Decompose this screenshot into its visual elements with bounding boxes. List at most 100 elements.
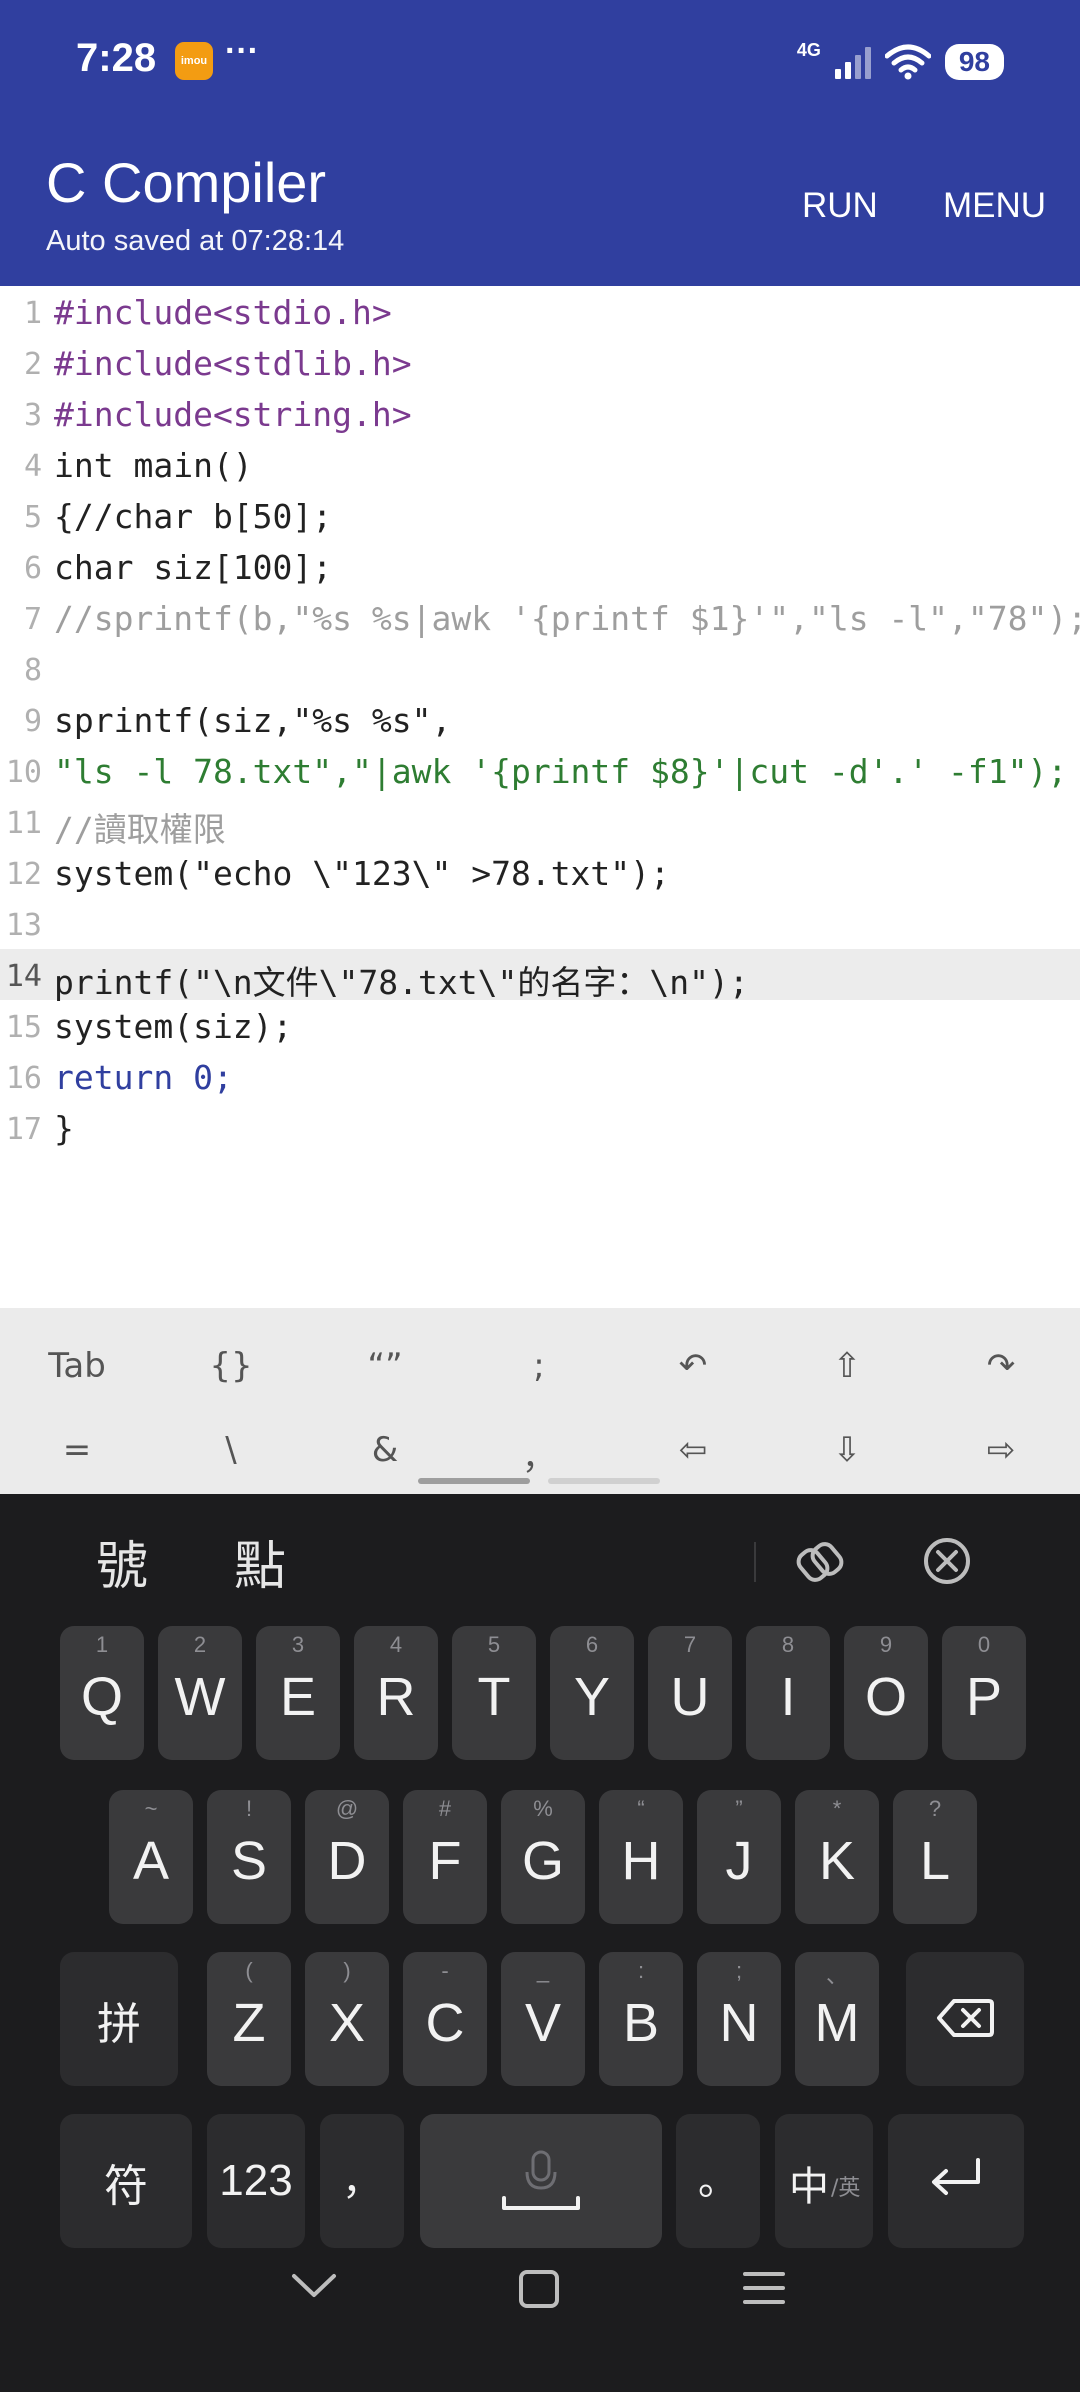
key-o[interactable]: 9O (844, 1626, 928, 1760)
candidate-word[interactable]: 號 (96, 1524, 148, 1599)
key-e[interactable]: 3E (256, 1626, 340, 1760)
key-w[interactable]: 2W (158, 1626, 242, 1760)
quotes-key[interactable]: “” (308, 1346, 462, 1426)
braces-key[interactable]: {} (154, 1346, 308, 1426)
key-c[interactable]: -C (403, 1952, 487, 2086)
code-line-17[interactable]: 17 } (0, 1102, 1080, 1153)
key-alt-label: 6 (585, 1632, 599, 1657)
key-v[interactable]: _ V (501, 1952, 585, 2086)
code-line-3[interactable]: 3 #include<string.h> (0, 388, 1080, 439)
key-label: C (425, 1993, 465, 2053)
code-line-10[interactable]: 10 "ls -l 78.txt","|awk '{printf $8}'|cu… (0, 745, 1080, 796)
enter-key[interactable] (888, 2114, 1024, 2248)
key-k[interactable]: * K (795, 1790, 879, 1924)
undo-icon[interactable]: ↶ (616, 1346, 770, 1426)
key-alt-label: : (637, 1958, 645, 1983)
enter-icon (932, 2158, 980, 2195)
code-text: #include<string.h> (54, 395, 412, 434)
hamburger-icon[interactable] (741, 2268, 787, 2308)
close-circle-icon[interactable] (922, 1536, 972, 1586)
code-line-7[interactable]: 7 //sprintf(b,"%s %s|awk '{printf $1}'",… (0, 592, 1080, 643)
candidate-word[interactable]: 點 (234, 1524, 286, 1599)
key-label: W (174, 1667, 226, 1727)
key-z[interactable]: (Z (207, 1952, 291, 2086)
code-line-2[interactable]: 2 #include<stdlib.h> (0, 337, 1080, 388)
code-line-16[interactable]: 16 return 0; (0, 1051, 1080, 1102)
key-label: N (719, 1993, 759, 2053)
key-label: S (230, 1831, 268, 1891)
chevron-down-icon[interactable] (290, 2268, 338, 2302)
menu-button[interactable]: MENU (943, 186, 1046, 226)
code-line-9[interactable]: 9 sprintf(siz,"%s %s", (0, 694, 1080, 745)
language-switch-key[interactable]: 中 /英 (775, 2114, 873, 2248)
comma-key[interactable]: ， (320, 2114, 404, 2248)
key-label: 符 (104, 2161, 148, 2212)
key-alt-label: ~ (144, 1796, 158, 1821)
line-number: 14 (5, 959, 42, 994)
code-text: system("echo \"123\" >78.txt"); (54, 854, 670, 893)
key-n[interactable]: ; N (697, 1952, 781, 2086)
autosave-status: Auto saved at 07:28:14 (46, 225, 345, 257)
code-editor[interactable]: 1 #include<stdio.h> 2 #include<stdlib.h>… (0, 286, 1080, 1308)
mic-icon (502, 2150, 580, 2210)
pinyin-mode-key[interactable]: 拼 (60, 1952, 178, 2086)
key-q[interactable]: 1Q (60, 1626, 144, 1760)
line-number: 12 (5, 857, 42, 892)
code-line-8[interactable]: 8 (0, 643, 1080, 694)
key-alt-label: ? (928, 1796, 942, 1821)
key-s[interactable]: ! S (207, 1790, 291, 1924)
code-text: #include<stdlib.h> (54, 344, 412, 383)
key-r[interactable]: 4R (354, 1626, 438, 1760)
key-label: T (477, 1667, 511, 1727)
code-line-13[interactable]: 13 (0, 898, 1080, 949)
numbers-key[interactable]: 123 (207, 2114, 305, 2248)
wifi-icon (884, 44, 931, 80)
key-h[interactable]: “H (599, 1790, 683, 1924)
code-line-15[interactable]: 15 system(siz); (0, 1000, 1080, 1051)
key-l[interactable]: ? L (893, 1790, 977, 1924)
key-label: 123 (219, 2156, 293, 2205)
tab-key[interactable]: Tab (0, 1346, 154, 1426)
key-y[interactable]: 6Y (550, 1626, 634, 1760)
symbols-key[interactable]: 符 (60, 2114, 192, 2248)
code-text: char siz[100]; (54, 548, 333, 587)
run-button[interactable]: RUN (802, 186, 878, 226)
square-icon[interactable] (517, 2268, 561, 2310)
backspace-key[interactable] (906, 1952, 1024, 2086)
code-line-5[interactable]: 5 {//char b[50]; (0, 490, 1080, 541)
key-a[interactable]: ~ A (109, 1790, 193, 1924)
line-number: 1 (23, 296, 42, 331)
key-label: 拼 (97, 1999, 141, 2050)
key-b[interactable]: :B (599, 1952, 683, 2086)
key-u[interactable]: 7U (648, 1626, 732, 1760)
key-label: U (670, 1667, 710, 1727)
key-label: J (725, 1831, 753, 1891)
key-alt-label: @ (335, 1796, 359, 1821)
code-line-4[interactable]: 4 int main() (0, 439, 1080, 490)
code-line-14-current[interactable]: 14 printf("\n文件\"78.txt\"的名字：\n"); (0, 949, 1080, 1002)
key-p[interactable]: 0P (942, 1626, 1026, 1760)
key-label: I (780, 1667, 796, 1727)
key-i[interactable]: 8I (746, 1626, 830, 1760)
key-x[interactable]: ) X (305, 1952, 389, 2086)
clipboard-icon[interactable] (796, 1536, 844, 1588)
key-f[interactable]: # F (403, 1790, 487, 1924)
code-text: int main() (54, 446, 253, 485)
key-alt-label: 0 (977, 1632, 991, 1657)
key-t[interactable]: 5T (452, 1626, 536, 1760)
code-line-11[interactable]: 11 //讀取權限 (0, 796, 1080, 849)
key-g[interactable]: % G (501, 1790, 585, 1924)
semicolon-key[interactable]: ; (462, 1346, 616, 1426)
key-label: M (814, 1993, 860, 2053)
app-title: C Compiler (46, 151, 327, 214)
code-line-12[interactable]: 12 system("echo \"123\" >78.txt"); (0, 847, 1080, 898)
arrow-up-icon[interactable]: ⇧ (770, 1346, 924, 1426)
code-line-1[interactable]: 1 #include<stdio.h> (0, 286, 1080, 337)
space-key[interactable] (420, 2114, 662, 2248)
key-j[interactable]: ” J (697, 1790, 781, 1924)
redo-icon[interactable]: ↷ (924, 1346, 1078, 1426)
code-line-6[interactable]: 6 char siz[100]; (0, 541, 1080, 592)
key-d[interactable]: @ D (305, 1790, 389, 1924)
period-key[interactable]: 。 (676, 2114, 760, 2248)
key-m[interactable]: 、 M (795, 1952, 879, 2086)
